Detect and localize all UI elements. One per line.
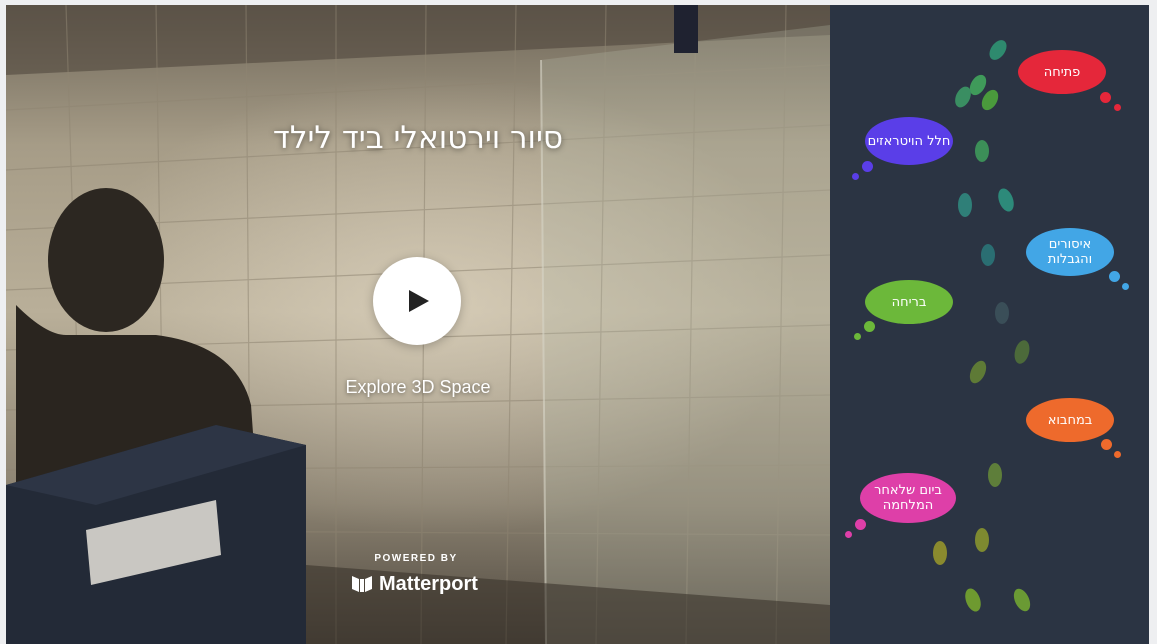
matterport-logo[interactable]: Matterport xyxy=(351,571,478,597)
bubble-tail-dot xyxy=(1101,439,1112,450)
bubble-tail-dot xyxy=(864,321,875,332)
nav-bubble-escape[interactable]: בריחה xyxy=(865,280,953,324)
navigation-panel: פתיחה חלל הויטראזים איסורים והגבלות בריח… xyxy=(830,5,1149,644)
play-icon xyxy=(409,290,429,312)
nav-bubble-opening-label: פתיחה xyxy=(1043,64,1081,80)
bubble-tail-dot xyxy=(1100,92,1111,103)
play-button[interactable] xyxy=(373,257,461,345)
bubble-tail-dot xyxy=(1122,283,1129,290)
bubble-tail-dot xyxy=(852,173,859,180)
nav-bubble-restrictions[interactable]: איסורים והגבלות xyxy=(1026,228,1114,276)
bubble-tail-dot xyxy=(845,531,852,538)
page-frame: סיור וירטואלי ביד לילד Explore 3D Space … xyxy=(6,5,1149,644)
bubble-tail-dot xyxy=(855,519,866,530)
matterport-viewer[interactable]: סיור וירטואלי ביד לילד Explore 3D Space … xyxy=(6,5,830,644)
nav-bubble-opening[interactable]: פתיחה xyxy=(1018,50,1106,94)
nav-bubble-restrictions-label: איסורים והגבלות xyxy=(1047,237,1093,267)
nav-bubble-stained-glass[interactable]: חלל הויטראזים xyxy=(865,117,953,165)
bubble-tail-dot xyxy=(1114,451,1121,458)
viewer-title: סיור וירטואלי ביד לילד xyxy=(272,120,564,156)
bubble-tail-dot xyxy=(862,161,873,172)
nav-bubble-after-war[interactable]: ביום שלאחר המלחמה xyxy=(860,473,956,523)
powered-by-label: POWERED BY xyxy=(374,553,458,564)
matterport-logo-icon xyxy=(352,576,372,592)
bubble-tail-dot xyxy=(1114,104,1121,111)
matterport-brand-text: Matterport xyxy=(379,572,478,595)
explore-label: Explore 3D Space xyxy=(345,377,491,397)
nav-bubble-escape-label: בריחה xyxy=(891,294,927,310)
nav-bubble-after-war-label: ביום שלאחר המלחמה xyxy=(874,483,942,513)
bubble-tail-dot xyxy=(854,333,861,340)
nav-bubble-stained-glass-label: חלל הויטראזים xyxy=(867,133,951,149)
nav-bubble-hiding[interactable]: במחבוא xyxy=(1026,398,1114,442)
nav-bubble-hiding-label: במחבוא xyxy=(1047,412,1093,428)
bubble-tail-dot xyxy=(1109,271,1120,282)
